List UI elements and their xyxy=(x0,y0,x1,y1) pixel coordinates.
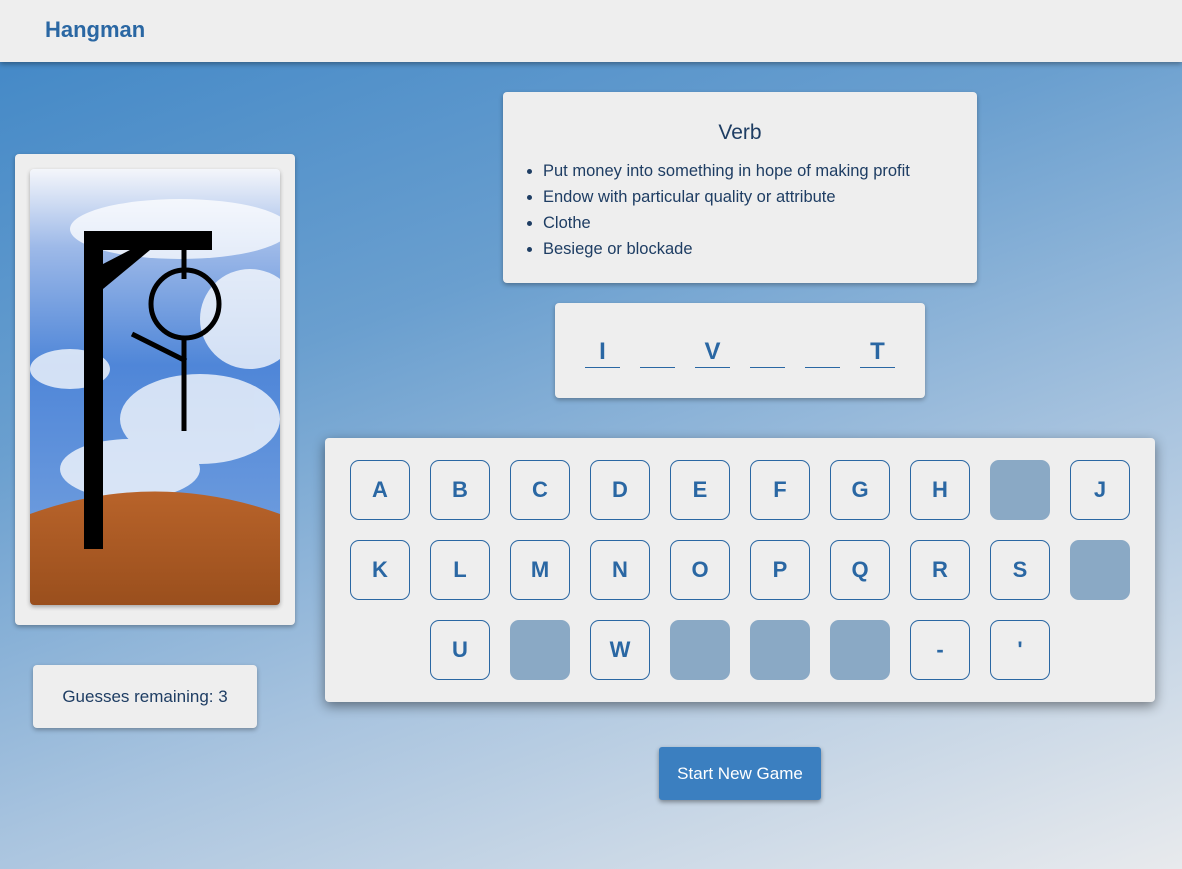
letter-key-c[interactable]: C xyxy=(510,460,570,520)
definition-list: Put money into something in hope of maki… xyxy=(543,158,977,262)
letter-key-g[interactable]: G xyxy=(830,460,890,520)
letter-key-x: X xyxy=(670,620,730,680)
letter-key-e[interactable]: E xyxy=(670,460,730,520)
letter-keyboard: ABCDEFGHIJ KLMNOPQRST UVWXYZ-' xyxy=(325,438,1155,702)
letter-key-s[interactable]: S xyxy=(990,540,1050,600)
letter-key-t: T xyxy=(1070,540,1130,600)
letter-key-l[interactable]: L xyxy=(430,540,490,600)
letter-key-p[interactable]: P xyxy=(750,540,810,600)
letter-slot: T xyxy=(860,338,895,368)
word-display: I V T xyxy=(555,303,925,398)
definition: Endow with particular quality or attribu… xyxy=(543,184,977,210)
letter-key-apostrophe[interactable]: ' xyxy=(990,620,1050,680)
letter-key-b[interactable]: B xyxy=(430,460,490,520)
letter-key-z: Z xyxy=(830,620,890,680)
start-new-game-button[interactable]: Start New Game xyxy=(659,747,821,800)
letter-key-v: V xyxy=(510,620,570,680)
letter-key-n[interactable]: N xyxy=(590,540,650,600)
letter-key-o[interactable]: O xyxy=(670,540,730,600)
letter-key-q[interactable]: Q xyxy=(830,540,890,600)
letter-slot xyxy=(750,338,785,368)
letter-key-u[interactable]: U xyxy=(430,620,490,680)
hangman-image-card xyxy=(15,154,295,625)
letter-key-r[interactable]: R xyxy=(910,540,970,600)
letter-key-k[interactable]: K xyxy=(350,540,410,600)
definition: Put money into something in hope of maki… xyxy=(543,158,977,184)
hangman-drawing xyxy=(30,169,280,605)
ground xyxy=(30,491,280,605)
letter-key-m[interactable]: M xyxy=(510,540,570,600)
letter-slot xyxy=(805,338,840,368)
letter-key-y: Y xyxy=(750,620,810,680)
letter-key-i: I xyxy=(990,460,1050,520)
letter-key-w[interactable]: W xyxy=(590,620,650,680)
letter-key-f[interactable]: F xyxy=(750,460,810,520)
letter-key-d[interactable]: D xyxy=(590,460,650,520)
letter-key-hyphen[interactable]: - xyxy=(910,620,970,680)
letter-slot: V xyxy=(695,338,730,368)
letter-key-j[interactable]: J xyxy=(1070,460,1130,520)
part-of-speech: Verb xyxy=(718,121,762,144)
letter-key-h[interactable]: H xyxy=(910,460,970,520)
letter-slot xyxy=(640,338,675,368)
app-title: Hangman xyxy=(45,17,146,42)
definition: Clothe xyxy=(543,210,977,236)
letter-slot: I xyxy=(585,338,620,368)
top-bar: Hangman xyxy=(0,0,1182,62)
clue-card: Verb Put money into something in hope of… xyxy=(503,92,977,283)
letter-key-a[interactable]: A xyxy=(350,460,410,520)
guesses-remaining: Guesses remaining: 3 xyxy=(33,665,257,728)
definition: Besiege or blockade xyxy=(543,236,977,262)
